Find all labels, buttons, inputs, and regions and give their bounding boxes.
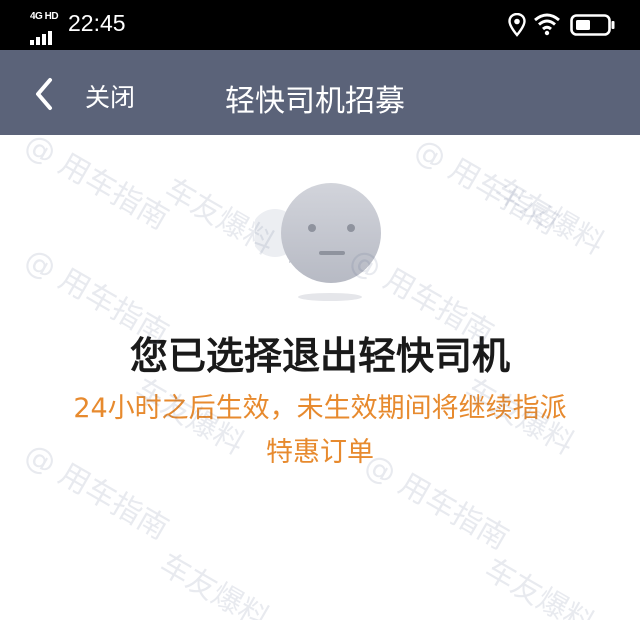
app-header: 关闭 轻快司机招募 (0, 50, 640, 135)
network-type: 4G HD (30, 11, 59, 22)
status-time: 22:45 (68, 10, 126, 36)
chevron-left-icon[interactable] (28, 74, 64, 114)
page-title: 轻快司机招募 (225, 84, 405, 119)
status-bar: 4G HD 22:45 (0, 0, 640, 50)
result-title: 您已选择退出轻快司机 (129, 334, 510, 378)
neutral-face-chat-bubble-icon (255, 183, 381, 301)
battery-icon (570, 14, 615, 36)
wifi-icon (534, 13, 560, 36)
cellular-signal-icon: 4G HD (30, 11, 60, 45)
location-icon (508, 13, 526, 37)
subtitle-line-1: 24小时之后生效，未生效期间将继续指派 (73, 393, 567, 424)
close-button[interactable]: 关闭 (85, 78, 135, 114)
main-content: 您已选择退出轻快司机 24小时之后生效，未生效期间将继续指派 特惠订单 (0, 135, 640, 620)
subtitle-line-2: 特惠订单 (266, 437, 374, 468)
result-subtitle: 24小时之后生效，未生效期间将继续指派 特惠订单 (40, 387, 600, 475)
